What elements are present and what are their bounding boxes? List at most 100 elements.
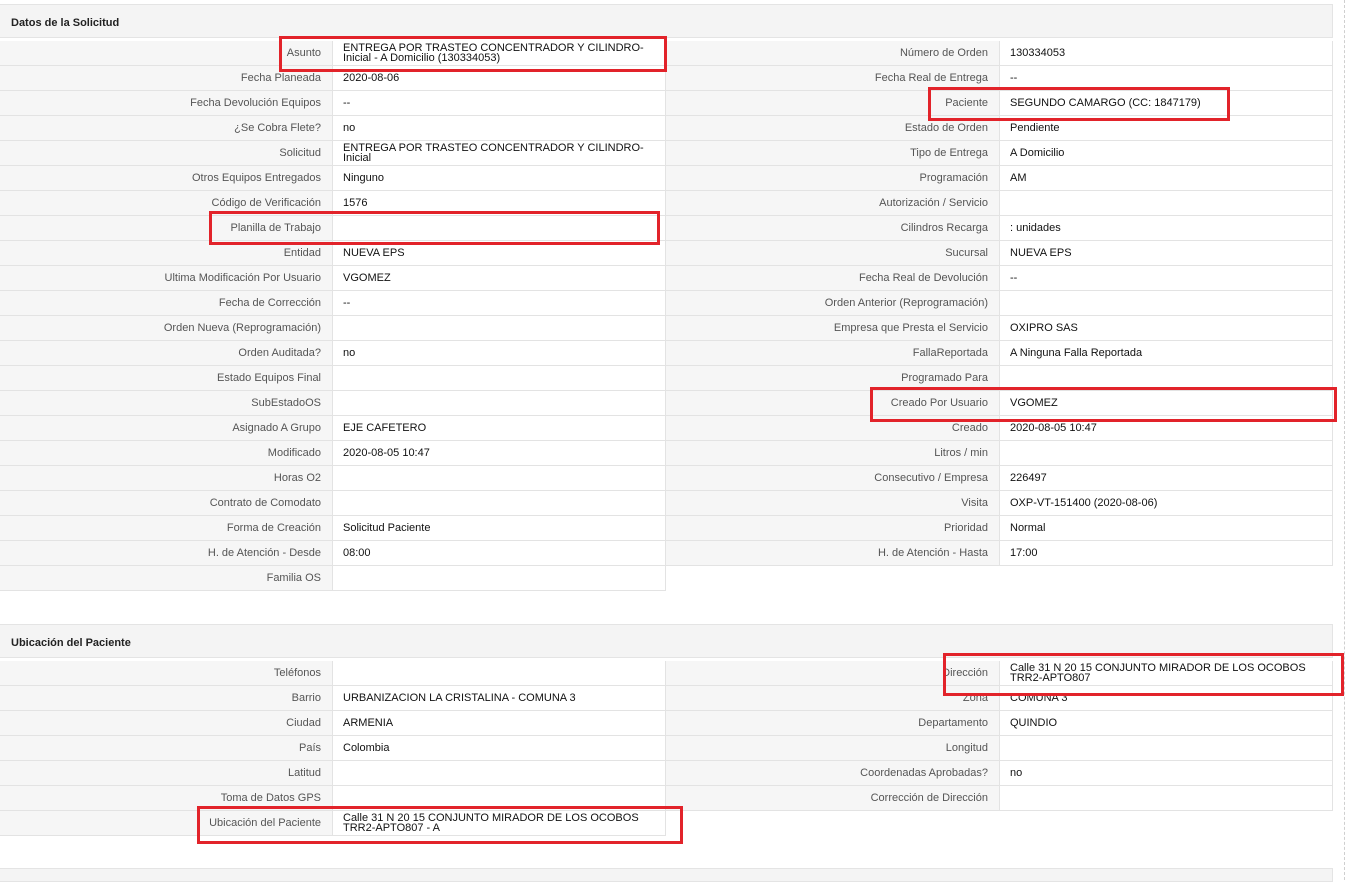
- field-row-ciudad: Ciudad ARMENIA: [0, 711, 666, 736]
- field-row-fallareportada: FallaReportada A Ninguna Falla Reportada: [666, 341, 1333, 366]
- field-label: Prioridad: [666, 516, 1000, 540]
- field-value: 2020-08-06: [333, 66, 666, 90]
- page-scrollbar-track[interactable]: [1344, 0, 1346, 880]
- field-label: Creado: [666, 416, 1000, 440]
- field-value: Ninguno: [333, 166, 666, 190]
- field-label: Forma de Creación: [0, 516, 333, 540]
- field-value: A Domicilio: [1000, 141, 1333, 165]
- field-row-planilla-de-trabajo: Planilla de Trabajo: [0, 216, 666, 241]
- field-row-ubicacion-del-paciente: Ubicación del Paciente Calle 31 N 20 15 C…: [0, 811, 666, 836]
- field-value: EJE CAFETERO: [333, 416, 666, 440]
- field-label: Teléfonos: [0, 661, 333, 685]
- field-label: Sucursal: [666, 241, 1000, 265]
- field-value: --: [1000, 266, 1333, 290]
- field-label: FallaReportada: [666, 341, 1000, 365]
- field-value: --: [333, 291, 666, 315]
- field-value: [333, 366, 666, 390]
- field-value: [333, 391, 666, 415]
- field-row-consecutivo-empresa: Consecutivo / Empresa 226497: [666, 466, 1333, 491]
- field-row-prioridad: Prioridad Normal: [666, 516, 1333, 541]
- field-value: [333, 216, 666, 240]
- field-row-h-de-atencion-hasta: H. de Atención - Hasta 17:00: [666, 541, 1333, 566]
- field-value: COMUNA 3: [1000, 686, 1333, 710]
- field-value: [1000, 441, 1333, 465]
- field-label: Solicitud: [0, 141, 333, 165]
- field-label: H. de Atención - Desde: [0, 541, 333, 565]
- field-value: Solicitud Paciente: [333, 516, 666, 540]
- field-label: Tipo de Entrega: [666, 141, 1000, 165]
- field-value: 130334053: [1000, 41, 1333, 65]
- field-row-longitud: Longitud: [666, 736, 1333, 761]
- field-value: ENTREGA POR TRASTEO CONCENTRADOR Y CILIN…: [333, 41, 666, 65]
- field-row-numero-de-orden: Número de Orden 130334053: [666, 41, 1333, 66]
- field-label: Departamento: [666, 711, 1000, 735]
- field-label: Otros Equipos Entregados: [0, 166, 333, 190]
- field-value: no: [1000, 761, 1333, 785]
- field-row-coordenadas-aprobadas: Coordenadas Aprobadas? no: [666, 761, 1333, 786]
- field-label: Coordenadas Aprobadas?: [666, 761, 1000, 785]
- field-value: [333, 761, 666, 785]
- field-value: Pendiente: [1000, 116, 1333, 140]
- field-label: Longitud: [666, 736, 1000, 760]
- section-title: Ubicación del Paciente: [11, 637, 131, 649]
- field-value: no: [333, 116, 666, 140]
- field-value: OXIPRO SAS: [1000, 316, 1333, 340]
- field-label: Orden Anterior (Reprogramación): [666, 291, 1000, 315]
- field-row-familia-os: Familia OS: [0, 566, 666, 591]
- field-label: País: [0, 736, 333, 760]
- field-value: [1000, 366, 1333, 390]
- field-value: [1000, 191, 1333, 215]
- field-label: Planilla de Trabajo: [0, 216, 333, 240]
- field-row-horas-o2: Horas O2: [0, 466, 666, 491]
- field-row-modificado: Modificado 2020-08-05 10:47: [0, 441, 666, 466]
- field-value: [333, 786, 666, 810]
- field-row-pais: País Colombia: [0, 736, 666, 761]
- field-label: Horas O2: [0, 466, 333, 490]
- field-row-codigo-de-verificacion: Código de Verificación 1576: [0, 191, 666, 216]
- field-label: Estado de Orden: [666, 116, 1000, 140]
- field-row-asignado-a-grupo: Asignado A Grupo EJE CAFETERO: [0, 416, 666, 441]
- field-value: [333, 491, 666, 515]
- field-label: Familia OS: [0, 566, 333, 590]
- field-value: --: [333, 91, 666, 115]
- field-row-orden-auditada: Orden Auditada? no: [0, 341, 666, 366]
- field-label: Corrección de Dirección: [666, 786, 1000, 810]
- field-label: Litros / min: [666, 441, 1000, 465]
- field-row-barrio: Barrio URBANIZACION LA CRISTALINA - COMUN…: [0, 686, 666, 711]
- field-label: Orden Nueva (Reprogramación): [0, 316, 333, 340]
- field-label: Contrato de Comodato: [0, 491, 333, 515]
- field-label: Programación: [666, 166, 1000, 190]
- section-title: Datos de la Solicitud: [11, 17, 120, 29]
- field-label: Fecha Planeada: [0, 66, 333, 90]
- field-value: A Ninguna Falla Reportada: [1000, 341, 1333, 365]
- field-label: Empresa que Presta el Servicio: [666, 316, 1000, 340]
- field-value: Calle 31 N 20 15 CONJUNTO MIRADOR DE LOS…: [1000, 661, 1333, 685]
- field-value: : unidades: [1000, 216, 1333, 240]
- field-row-cilindros-recarga: Cilindros Recarga: unidades: [666, 216, 1333, 241]
- field-value: NUEVA EPS: [333, 241, 666, 265]
- field-row-zona: Zona COMUNA 3: [666, 686, 1333, 711]
- field-value: no: [333, 341, 666, 365]
- field-label: Creado Por Usuario: [666, 391, 1000, 415]
- field-value: [1000, 786, 1333, 810]
- field-label: Fecha Real de Devolución: [666, 266, 1000, 290]
- field-label: Consecutivo / Empresa: [666, 466, 1000, 490]
- field-row-paciente: Paciente SEGUNDO CAMARGO (CC: 1847179): [666, 91, 1333, 116]
- field-label: H. de Atención - Hasta: [666, 541, 1000, 565]
- field-row-estado-equipos-final: Estado Equipos Final: [0, 366, 666, 391]
- field-value: 1576: [333, 191, 666, 215]
- field-row-visita: Visita OXP-VT-151400 (2020-08-06): [666, 491, 1333, 516]
- field-row-otros-equipos-entregados: Otros Equipos Entregados Ninguno: [0, 166, 666, 191]
- field-value: [333, 566, 666, 590]
- field-label: Ultima Modificación Por Usuario: [0, 266, 333, 290]
- field-row-toma-de-datos-gps: Toma de Datos GPS: [0, 786, 666, 811]
- field-value: NUEVA EPS: [1000, 241, 1333, 265]
- field-value: 08:00: [333, 541, 666, 565]
- field-label: Entidad: [0, 241, 333, 265]
- field-row-programacion: Programación AM: [666, 166, 1333, 191]
- field-value: --: [1000, 66, 1333, 90]
- field-row-creado: Creado 2020-08-05 10:47: [666, 416, 1333, 441]
- field-label: Estado Equipos Final: [0, 366, 333, 390]
- field-row-ultima-modificacion-por-usuario: Ultima Modificación Por Usuario VGOMEZ: [0, 266, 666, 291]
- field-label: Programado Para: [666, 366, 1000, 390]
